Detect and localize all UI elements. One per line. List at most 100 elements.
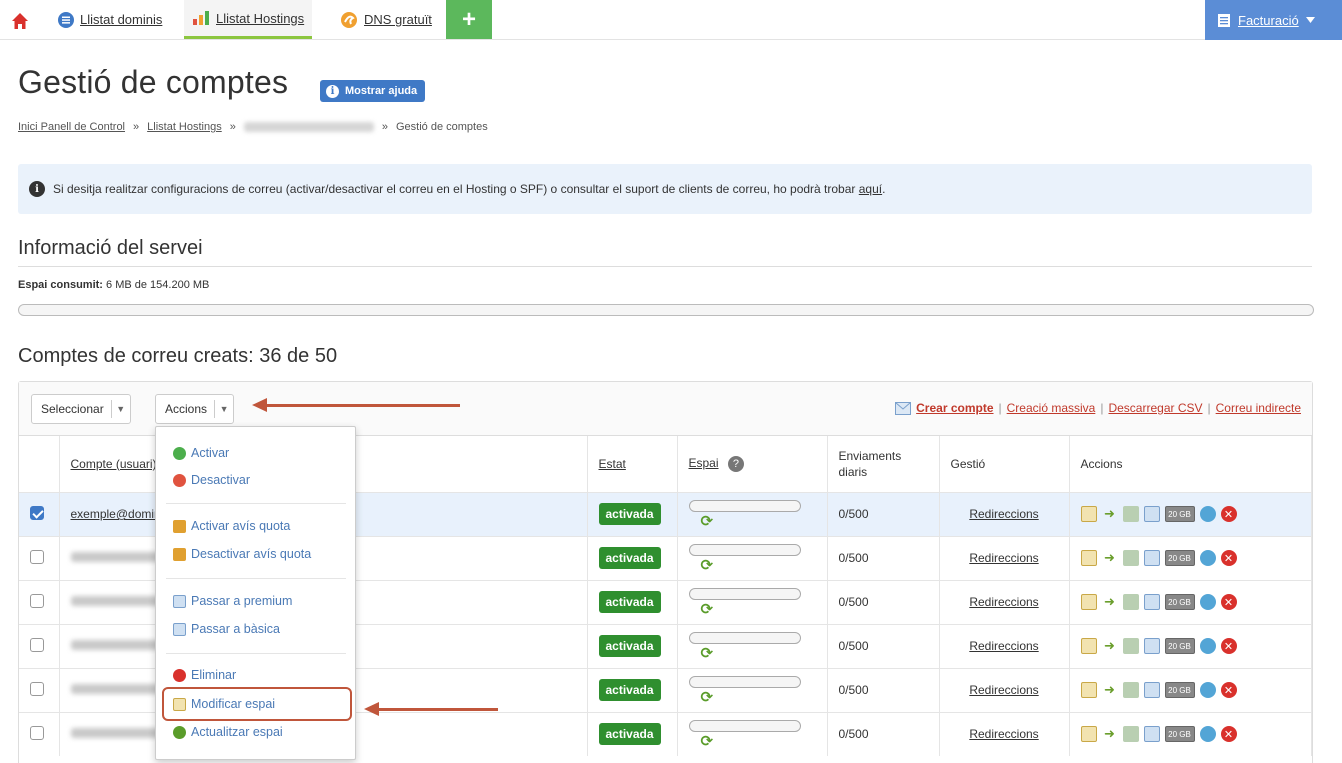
refresh-space-icon[interactable]: ⟳	[701, 556, 714, 574]
breadcrumb-domain-redacted[interactable]	[243, 122, 374, 132]
create-account-link[interactable]: Crear compte	[916, 401, 993, 415]
server-icon[interactable]	[1122, 726, 1139, 743]
server-icon[interactable]	[1122, 506, 1139, 522]
account-email-redacted[interactable]	[70, 728, 161, 739]
refresh-space-icon[interactable]: ⟳	[701, 732, 714, 750]
redirections-link[interactable]: Redireccions	[969, 551, 1038, 565]
daily-sends: 0/500	[838, 507, 869, 521]
web-icon[interactable]	[1199, 638, 1216, 654]
account-email-redacted[interactable]	[70, 552, 161, 562]
add-tab-button[interactable]: +	[446, 0, 492, 39]
refresh-space-icon[interactable]: ⟳	[701, 644, 714, 662]
redirections-link[interactable]: Redireccions	[969, 507, 1038, 521]
forward-icon[interactable]: ➜	[1102, 726, 1118, 742]
forward-icon[interactable]: ➜	[1102, 550, 1118, 566]
breadcrumb-home[interactable]: Inici Panell de Control	[18, 121, 125, 133]
edit-account-icon[interactable]	[1080, 682, 1097, 698]
redirections-link[interactable]: Redireccions	[969, 595, 1038, 609]
delete-icon[interactable]: ✕	[1220, 594, 1237, 610]
show-help-button[interactable]: i Mostrar ajuda	[320, 80, 426, 102]
refresh-space-icon[interactable]: ⟳	[701, 512, 714, 530]
account-email-redacted[interactable]	[70, 640, 161, 650]
breadcrumb-hostings[interactable]: Llistat Hostings	[147, 121, 222, 133]
header-status[interactable]: Estat	[587, 436, 678, 492]
edit-account-icon[interactable]	[1080, 638, 1097, 654]
webmail-icon[interactable]	[1143, 638, 1160, 654]
forward-icon[interactable]: ➜	[1102, 682, 1118, 698]
forward-icon[interactable]: ➜	[1102, 506, 1118, 522]
quota-badge[interactable]: 20 GB	[1164, 550, 1195, 566]
redirections-link[interactable]: Redireccions	[969, 683, 1038, 697]
actions-dropdown-button[interactable]: Accions ▼	[155, 394, 235, 424]
menu-item-activate[interactable]: Activar	[173, 446, 229, 460]
select-dropdown-button[interactable]: Seleccionar ▼	[31, 394, 131, 424]
edit-account-icon[interactable]	[1080, 550, 1097, 566]
edit-account-icon[interactable]	[1080, 594, 1097, 610]
billing-menu[interactable]: Facturació	[1205, 0, 1342, 40]
tab-free-dns[interactable]: DNS gratuït	[332, 0, 440, 39]
webmail-icon[interactable]	[1143, 594, 1160, 610]
webmail-icon[interactable]	[1143, 682, 1160, 698]
webmail-icon[interactable]	[1143, 506, 1160, 522]
status-badge: activada	[598, 723, 661, 746]
tab-hosting-list[interactable]: Llistat Hostings	[184, 0, 313, 39]
indirect-mail-link[interactable]: Correu indirecte	[1216, 401, 1301, 415]
server-icon[interactable]	[1122, 638, 1139, 654]
info-link[interactable]: aquí	[859, 182, 882, 196]
edit-account-icon[interactable]	[1080, 726, 1097, 743]
bulk-create-link[interactable]: Creació massiva	[1007, 401, 1096, 415]
refresh-space-icon[interactable]: ⟳	[701, 688, 714, 706]
delete-icon[interactable]: ✕	[1220, 682, 1237, 698]
account-email-redacted[interactable]	[70, 596, 161, 606]
redirections-link[interactable]: Redireccions	[969, 639, 1038, 653]
webmail-icon[interactable]	[1143, 550, 1160, 566]
row-checkbox[interactable]	[30, 681, 44, 696]
header-space[interactable]: Espai ?	[677, 436, 828, 492]
menu-item-enable-quota-alert[interactable]: Activar avís quota	[173, 519, 290, 533]
redirections-link[interactable]: Redireccions	[969, 727, 1038, 741]
quota-badge[interactable]: 20 GB	[1164, 638, 1195, 654]
quota-badge[interactable]: 20 GB	[1164, 682, 1195, 698]
quota-badge[interactable]: 20 GB	[1164, 594, 1195, 610]
actions-cell: ➜ 20 GB ✕	[1069, 623, 1312, 668]
server-icon[interactable]	[1122, 594, 1139, 610]
delete-icon[interactable]: ✕	[1220, 726, 1237, 743]
refresh-space-icon[interactable]: ⟳	[701, 600, 714, 618]
forward-icon[interactable]: ➜	[1102, 638, 1118, 654]
menu-item-deactivate[interactable]: Desactivar	[173, 473, 250, 487]
edit-account-icon[interactable]	[1080, 506, 1097, 522]
row-checkbox[interactable]	[30, 725, 44, 740]
account-email-redacted[interactable]	[70, 684, 161, 694]
download-csv-link[interactable]: Descarregar CSV	[1108, 401, 1202, 415]
quota-badge[interactable]: 20 GB	[1164, 506, 1195, 522]
home-icon[interactable]	[8, 9, 32, 33]
web-icon[interactable]	[1199, 550, 1216, 566]
server-icon[interactable]	[1122, 550, 1139, 566]
web-icon[interactable]	[1199, 506, 1216, 522]
menu-item-update-space[interactable]: Actualitzar espai	[173, 725, 283, 739]
row-checkbox[interactable]	[30, 549, 44, 564]
row-checkbox[interactable]	[30, 637, 44, 652]
row-checkbox[interactable]	[30, 505, 44, 520]
help-icon[interactable]: ?	[727, 455, 744, 472]
row-checkbox[interactable]	[30, 593, 44, 608]
delete-icon[interactable]: ✕	[1220, 638, 1237, 654]
menu-item-disable-quota-alert[interactable]: Desactivar avís quota	[173, 547, 311, 561]
daily-sends: 0/500	[838, 727, 869, 742]
show-help-label: Mostrar ajuda	[345, 85, 418, 97]
web-icon[interactable]	[1199, 594, 1216, 610]
delete-icon[interactable]: ✕	[1220, 550, 1237, 566]
link-separator: |	[998, 401, 1002, 415]
menu-item-delete[interactable]: Eliminar	[173, 668, 236, 682]
tab-domain-list[interactable]: Llistat dominis	[50, 0, 170, 39]
webmail-icon[interactable]	[1143, 726, 1160, 743]
server-icon[interactable]	[1122, 682, 1139, 698]
forward-icon[interactable]: ➜	[1102, 594, 1118, 610]
top-navbar: Llistat dominis Llistat Hostings DNS gra…	[0, 0, 1342, 40]
menu-item-premium[interactable]: Passar a premium	[173, 594, 292, 608]
delete-icon[interactable]: ✕	[1220, 506, 1237, 522]
menu-item-basic[interactable]: Passar a bàsica	[173, 622, 280, 636]
web-icon[interactable]	[1199, 682, 1216, 698]
web-icon[interactable]	[1199, 726, 1216, 743]
quota-badge[interactable]: 20 GB	[1164, 726, 1195, 743]
